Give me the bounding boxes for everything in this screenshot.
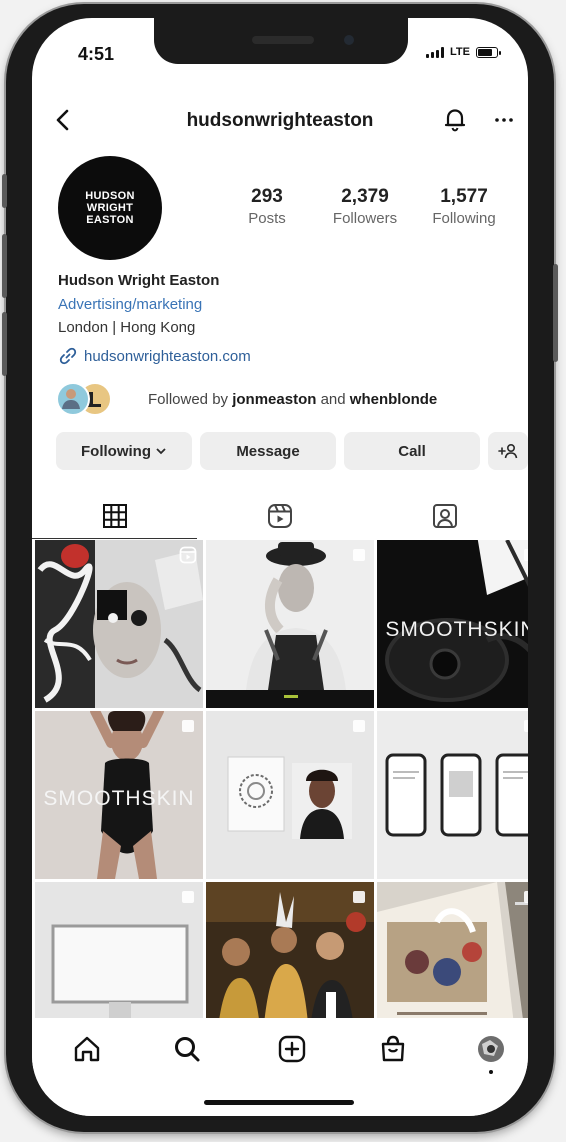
followers-label: Followers bbox=[332, 210, 398, 227]
multiple-posts-icon bbox=[182, 891, 194, 903]
tagged-person-icon bbox=[432, 504, 457, 528]
profile-location: London | Hong Kong bbox=[58, 319, 196, 336]
posts-grid: SMOOTHSKIN SMOOTHSKIN bbox=[35, 540, 528, 1050]
followers-count: 2,379 bbox=[341, 186, 389, 207]
post-thumbnail[interactable]: SMOOTHSKIN bbox=[35, 711, 203, 879]
profile-website-text: hudsonwrighteaston.com bbox=[84, 347, 251, 365]
mute-switch bbox=[2, 174, 7, 208]
post-thumbnail[interactable] bbox=[206, 711, 374, 879]
multiple-posts-icon bbox=[353, 720, 365, 732]
profile-actions: Following Message Call bbox=[56, 432, 528, 470]
tab-tagged[interactable] bbox=[362, 494, 527, 538]
call-button[interactable]: Call bbox=[344, 432, 480, 470]
tab-reels[interactable] bbox=[197, 494, 362, 538]
profile-avatar[interactable]: HUDSON WRIGHT EASTON bbox=[58, 156, 162, 260]
chevron-down-icon bbox=[156, 448, 166, 455]
following-button[interactable]: Following bbox=[56, 432, 192, 470]
followed-by-text: Followed by jonmeaston and whenblonde bbox=[148, 390, 438, 408]
more-options-icon[interactable] bbox=[490, 104, 518, 134]
post-overlay-text: SMOOTHSKIN bbox=[385, 618, 528, 641]
front-camera bbox=[344, 35, 354, 45]
status-time: 4:51 bbox=[78, 44, 115, 64]
battery-icon bbox=[476, 46, 501, 58]
reel-badge-icon bbox=[179, 546, 197, 564]
shopping-bag-icon bbox=[381, 1035, 405, 1062]
suggested-users-button[interactable] bbox=[488, 432, 528, 470]
stat-followers[interactable]: 2,379 Followers bbox=[320, 186, 410, 227]
posts-label: Posts bbox=[248, 210, 286, 227]
nav-profile[interactable] bbox=[474, 1032, 508, 1066]
profile-avatar-icon bbox=[478, 1036, 504, 1062]
post-overlay-text: SMOOTHSKIN bbox=[43, 787, 195, 810]
followed-by-row[interactable]: Followed by jonmeaston and whenblonde bbox=[56, 382, 437, 416]
nav-shop[interactable] bbox=[376, 1032, 410, 1066]
add-person-icon bbox=[498, 443, 518, 459]
screen: 4:51 LTE hudsonwrighteaston HUDSON WRIGH… bbox=[32, 18, 528, 1116]
profile-website-link[interactable]: hudsonwrighteaston.com bbox=[58, 346, 251, 366]
tab-posts-grid[interactable] bbox=[32, 494, 197, 539]
signal-icon bbox=[426, 46, 445, 58]
add-post-icon bbox=[278, 1035, 306, 1063]
power-button bbox=[553, 264, 558, 362]
earpiece bbox=[252, 36, 314, 44]
nav-create[interactable] bbox=[275, 1032, 309, 1066]
reels-icon bbox=[267, 504, 292, 528]
phone-frame: 4:51 LTE hudsonwrighteaston HUDSON WRIGH… bbox=[2, 4, 558, 1132]
posts-count: 293 bbox=[251, 186, 283, 207]
multiple-posts-icon bbox=[524, 720, 528, 732]
message-button[interactable]: Message bbox=[200, 432, 336, 470]
avatar-logo: HUDSON WRIGHT EASTON bbox=[85, 190, 135, 226]
notch bbox=[154, 18, 408, 64]
home-indicator[interactable] bbox=[204, 1100, 354, 1105]
bell-icon[interactable] bbox=[440, 104, 470, 134]
post-thumbnail[interactable] bbox=[206, 540, 374, 708]
profile-tabs bbox=[32, 494, 528, 540]
multiple-posts-icon bbox=[182, 720, 194, 732]
grid-icon bbox=[102, 504, 127, 528]
following-count: 1,577 bbox=[440, 186, 488, 207]
multiple-posts-icon bbox=[353, 891, 365, 903]
multiple-posts-icon bbox=[524, 549, 528, 561]
stat-posts[interactable]: 293 Posts bbox=[232, 186, 302, 227]
volume-up-button bbox=[2, 234, 7, 298]
profile-header: hudsonwrighteaston bbox=[32, 102, 528, 142]
following-label: Following bbox=[432, 210, 496, 227]
profile-name: Hudson Wright Easton bbox=[58, 272, 220, 289]
active-tab-dot bbox=[489, 1070, 493, 1074]
post-thumbnail[interactable]: SMOOTHSKIN bbox=[377, 540, 528, 708]
post-thumbnail[interactable] bbox=[35, 540, 203, 708]
stat-following[interactable]: 1,577 Following bbox=[420, 186, 508, 227]
multiple-posts-icon bbox=[353, 549, 365, 561]
search-icon bbox=[175, 1037, 200, 1062]
link-icon bbox=[59, 347, 77, 365]
status-indicators: LTE bbox=[426, 46, 501, 58]
volume-down-button bbox=[2, 312, 7, 376]
post-thumbnail[interactable] bbox=[377, 711, 528, 879]
multiple-posts-icon bbox=[524, 891, 528, 903]
profile-category[interactable]: Advertising/marketing bbox=[58, 296, 202, 313]
network-label: LTE bbox=[450, 46, 470, 58]
nav-search[interactable] bbox=[170, 1032, 204, 1066]
nav-home[interactable] bbox=[70, 1032, 104, 1066]
follower-avatar bbox=[56, 382, 90, 416]
home-icon bbox=[74, 1036, 100, 1062]
